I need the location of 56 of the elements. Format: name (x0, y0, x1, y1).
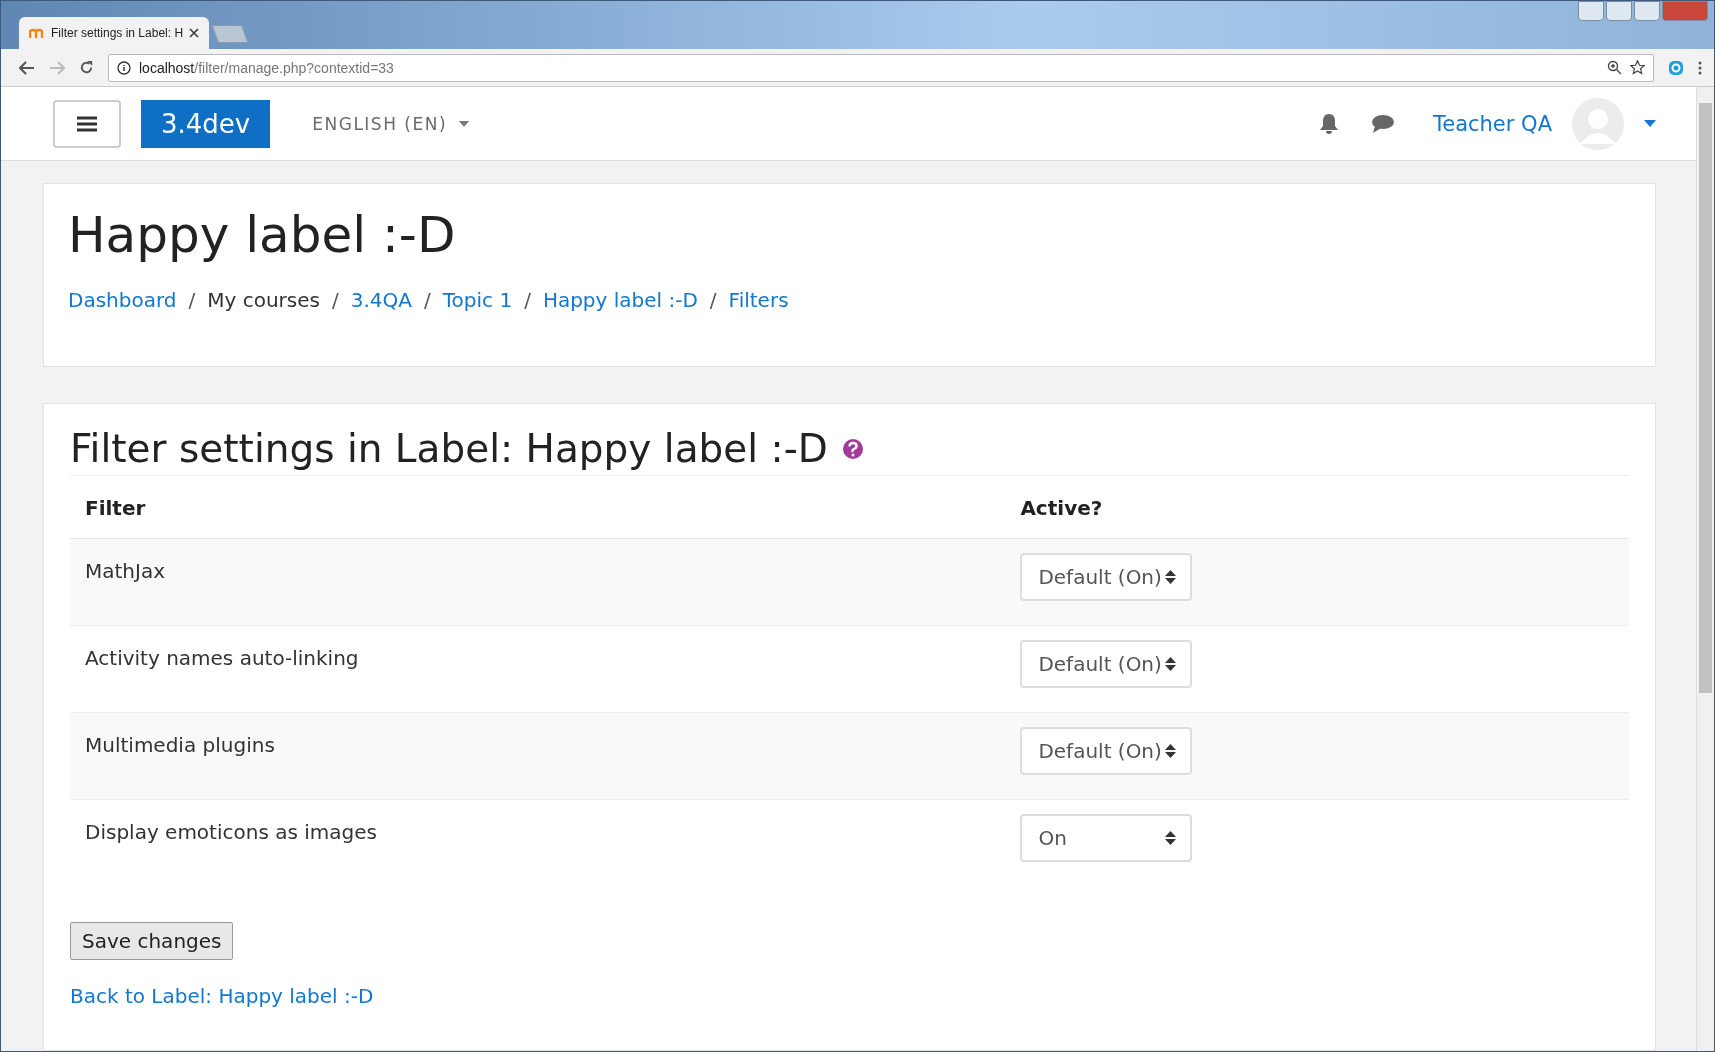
menu-button[interactable] (53, 99, 121, 148)
bell-icon[interactable] (1318, 112, 1339, 135)
breadcrumb-separator: / (709, 288, 717, 312)
user-button[interactable] (1578, 1, 1604, 21)
tab-title: Filter settings in Label: H (51, 26, 183, 40)
active-select[interactable]: On (1020, 814, 1193, 862)
active-select[interactable]: Default (On) (1020, 640, 1193, 688)
back-link[interactable]: Back to Label: Happy label :-D (70, 984, 1629, 1008)
caret-icon[interactable] (1644, 120, 1656, 127)
moodle-logo-icon (29, 27, 45, 39)
breadcrumb-link[interactable]: 3.4QA (350, 288, 412, 312)
close-icon[interactable] (189, 28, 199, 38)
browser-tab[interactable]: Filter settings in Label: H (19, 17, 209, 49)
menu-dots-icon[interactable] (1698, 60, 1702, 75)
save-changes-button[interactable]: Save changes (70, 922, 234, 960)
sort-arrows-icon (1165, 830, 1177, 846)
breadcrumb-link[interactable]: Filters (728, 288, 789, 312)
breadcrumb-link[interactable]: Dashboard (68, 288, 177, 312)
filter-name: MathJax (70, 538, 1006, 626)
chat-bubble-icon[interactable] (1370, 113, 1395, 134)
back-arrow-icon[interactable] (19, 60, 35, 75)
url-text: localhost/filter/manage.php?contextid=33 (139, 59, 394, 76)
column-header: Active? (1005, 478, 1629, 539)
sort-arrows-icon (1165, 569, 1177, 585)
breadcrumb-link[interactable]: Happy label :-D (542, 288, 698, 312)
maximize-button[interactable] (1634, 1, 1660, 21)
language-menu[interactable]: ENGLISH (EN) (312, 113, 470, 134)
user-name-link[interactable]: Teacher QA (1432, 111, 1552, 136)
sort-arrows-icon (1165, 656, 1177, 672)
breadcrumb-separator: / (424, 288, 431, 312)
filter-name: Multimedia plugins (70, 712, 1006, 800)
section-title: Filter settings in Label: Happy label :-D (70, 426, 828, 471)
page-title: Happy label :-D (68, 206, 457, 264)
site-brand[interactable]: 3.4dev (141, 99, 271, 148)
caret-icon (459, 120, 470, 127)
active-select[interactable]: Default (On) (1020, 727, 1193, 775)
breadcrumb-separator: / (332, 288, 339, 312)
info-icon (117, 60, 131, 75)
filter-name: Activity names auto-linking (70, 625, 1006, 713)
filter-name: Display emoticons as images (70, 799, 1006, 886)
address-bar[interactable]: localhost/filter/manage.php?contextid=33 (108, 53, 1654, 82)
menu-icon (77, 115, 97, 132)
breadcrumb-link[interactable]: Topic 1 (442, 288, 513, 312)
reload-icon[interactable] (79, 60, 94, 75)
breadcrumb-text: My courses (207, 288, 320, 312)
extension-icon[interactable] (1668, 59, 1684, 76)
sort-arrows-icon (1165, 743, 1177, 759)
help-icon[interactable] (841, 437, 864, 460)
column-header: Filter (70, 478, 1006, 539)
active-select[interactable]: Default (On) (1020, 553, 1193, 601)
minimize-button[interactable] (1606, 1, 1632, 21)
scrollbar[interactable] (1696, 87, 1714, 1051)
star-icon[interactable] (1630, 60, 1645, 75)
breadcrumb-separator: / (188, 288, 196, 312)
zoom-icon[interactable] (1607, 60, 1622, 75)
breadcrumb-separator: / (524, 288, 531, 312)
